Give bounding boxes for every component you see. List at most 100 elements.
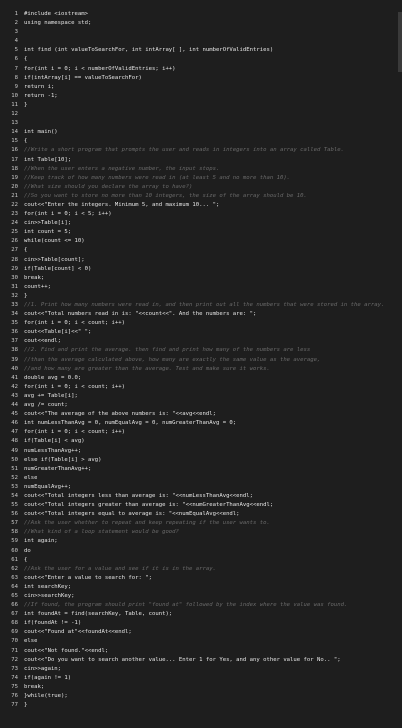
code-line[interactable]: 53 numEqualAvg++; — [0, 483, 402, 492]
code-line[interactable]: 38 //2. Find and print the average. then … — [0, 346, 402, 355]
code-line[interactable]: 66 //If found, the program should print "… — [0, 601, 402, 610]
code-line[interactable]: 63 cout<<"Enter a value to search for: "; — [0, 574, 402, 583]
code-line[interactable]: 42 for(int i = 0; i < count; i++) — [0, 383, 402, 392]
code-line[interactable]: 52 else — [0, 474, 402, 483]
code-line[interactable]: 4 — [0, 37, 402, 46]
code-line[interactable]: 47 for(int i = 0; i < count; i++) — [0, 428, 402, 437]
code-text: for(int i = 0; i < numberOfValidEntries;… — [24, 65, 176, 72]
code-line[interactable]: 32} — [0, 292, 402, 301]
code-line[interactable]: 33 //1. Print how many numbers were read … — [0, 301, 402, 310]
code-line[interactable]: 71 cout<<"Not found."<<endl; — [0, 647, 402, 656]
code-line[interactable]: 28 cin>>Table[count]; — [0, 256, 402, 265]
code-text: cout<<"The average of the above numbers … — [24, 411, 216, 418]
line-number: 64 — [11, 583, 18, 590]
code-line[interactable]: 49 numLessThanAvg++; — [0, 447, 402, 456]
code-text: int searchKey; — [24, 583, 72, 590]
code-line[interactable]: 8 if(intArray[i] == valueToSearchFor) — [0, 74, 402, 83]
line-number: 2 — [14, 20, 18, 27]
code-line[interactable]: 18 //When the user enters a negative numb… — [0, 165, 402, 174]
code-line[interactable]: 46 int numLessThanAvg = 0, numEqualAvg = … — [0, 419, 402, 428]
code-line[interactable]: 17 int Table[10]; — [0, 156, 402, 165]
code-text: double avg = 0.0; — [24, 374, 82, 381]
code-line[interactable]: 43 avg += Table[i]; — [0, 392, 402, 401]
code-line[interactable]: 72 cout<<"Do you want to search another v… — [0, 656, 402, 665]
code-line[interactable]: 27 { — [0, 246, 402, 255]
code-line[interactable]: 25 int count = 5; — [0, 228, 402, 237]
code-line[interactable]: 76}while(true); — [0, 692, 402, 701]
code-line[interactable]: 50 else if(Table[i] > avg) — [0, 456, 402, 465]
code-text: break; — [24, 683, 45, 690]
code-line[interactable]: 70 else — [0, 637, 402, 646]
line-number: 39 — [11, 356, 18, 363]
code-line[interactable]: 65 cin>>searchKey; — [0, 592, 402, 601]
code-line[interactable]: 77} — [0, 701, 402, 710]
code-line[interactable]: 1 #include <iostream> — [0, 10, 402, 19]
code-line[interactable]: 55 cout<<"Total integers greater than ave… — [0, 501, 402, 510]
code-line[interactable]: 67 int foundAt = find(searchKey, Table, c… — [0, 610, 402, 619]
line-number: 10 — [11, 92, 18, 99]
code-line[interactable]: 45 cout<<"The average of the above number… — [0, 410, 402, 419]
code-line[interactable]: 64 int searchKey; — [0, 583, 402, 592]
code-line[interactable]: 23 for(int i = 0; i < 5; i++) — [0, 210, 402, 219]
code-line[interactable]: 57 //Ask the user whether to repeat and k… — [0, 519, 402, 528]
line-number: 35 — [11, 320, 18, 327]
code-line[interactable]: 30 break; — [0, 274, 402, 283]
code-line[interactable]: 73 cin>>again; — [0, 665, 402, 674]
code-line[interactable]: 3 — [0, 28, 402, 37]
code-line[interactable]: 24 cin>>Table[i]; — [0, 219, 402, 228]
line-number: 42 — [11, 383, 18, 390]
code-line[interactable]: 9 return i; — [0, 83, 402, 92]
code-line[interactable]: 58 //What kind of a loop statement would … — [0, 528, 402, 537]
code-line[interactable]: 20 //What size should you declare the arr… — [0, 183, 402, 192]
code-line[interactable]: 10 return -1; — [0, 92, 402, 101]
code-line[interactable]: 34 cout<<"Total numbers read in is: "<<co… — [0, 310, 402, 319]
code-line[interactable]: 61 { — [0, 556, 402, 565]
code-line[interactable]: 74 if(again != 1) — [0, 674, 402, 683]
code-line[interactable]: 19 //Keep track of how many numbers were … — [0, 174, 402, 183]
code-line[interactable]: 2 using namespace std; — [0, 19, 402, 28]
code-text: cin>>Table[i]; — [24, 220, 72, 227]
code-line[interactable]: 26 while(count <= 10) — [0, 237, 402, 246]
code-line[interactable]: 13 — [0, 119, 402, 128]
code-line[interactable]: 14 int main() — [0, 128, 402, 137]
code-line[interactable]: 29 if(Table[count] < 0) — [0, 265, 402, 274]
code-text: cin>>searchKey; — [24, 593, 75, 599]
code-line[interactable]: 35 for(int i = 0; i < count; i++) — [0, 319, 402, 328]
code-line[interactable]: 22 cout<<"Enter the integers. Minimum 5, … — [0, 201, 402, 210]
code-line[interactable]: 69 cout<<"Found at"<<foundAt<<endl; — [0, 628, 402, 637]
line-number: 1 — [14, 11, 18, 17]
code-line[interactable]: 56 cout<<"Total integers equal to average… — [0, 510, 402, 519]
code-line[interactable]: 7 for(int i = 0; i < numberOfValidEntries… — [0, 65, 402, 74]
code-line[interactable]: 41 double avg = 0.0; — [0, 374, 402, 383]
code-text: else — [24, 638, 38, 645]
code-line[interactable]: 16 //Write a short program that prompts t… — [0, 146, 402, 155]
code-line[interactable]: 15 { — [0, 137, 402, 146]
code-line[interactable]: 60 do — [0, 547, 402, 556]
code-line[interactable]: 21 //So you want to store no more than 10… — [0, 192, 402, 201]
line-number: 38 — [11, 347, 18, 354]
code-line[interactable]: 36 cout<<Table[i]<<" "; — [0, 328, 402, 337]
code-line[interactable]: 39 //than the average calculated above, h… — [0, 356, 402, 365]
code-line[interactable]: 5 int find (int valueToSearchFor, int int… — [0, 46, 402, 55]
code-line[interactable]: 44 avg /= count; — [0, 401, 402, 410]
line-number: 37 — [11, 338, 18, 345]
code-line[interactable]: 75 break; — [0, 683, 402, 692]
code-line[interactable]: 59 int again; — [0, 537, 402, 546]
code-line[interactable]: 62 //Ask the user for a value and see if … — [0, 565, 402, 574]
code-line[interactable]: 11} — [0, 101, 402, 110]
code-line[interactable]: 40 //and how many are greater than the av… — [0, 365, 402, 374]
code-editor[interactable]: 1 #include <iostream> 2 using namespace std… — [0, 0, 402, 728]
code-line[interactable]: 68 if(foundAt != -1) — [0, 619, 402, 628]
scrollbar-thumb[interactable] — [398, 12, 402, 72]
code-line[interactable]: 37 cout<<endl; — [0, 337, 402, 346]
code-line[interactable]: 48 if(Table[i] < avg) — [0, 437, 402, 446]
code-line[interactable]: 54 cout<<"Total integers less than averag… — [0, 492, 402, 501]
code-area[interactable]: 1 #include <iostream> 2 using namespace std… — [0, 8, 402, 710]
code-line[interactable]: 31 count++; — [0, 283, 402, 292]
code-line[interactable]: 12 — [0, 110, 402, 119]
code-text: if(intArray[i] == valueToSearchFor) — [24, 74, 142, 81]
code-line[interactable]: 6{ — [0, 55, 402, 64]
code-line[interactable]: 51 numGreaterThanAvg++; — [0, 465, 402, 474]
line-number: 53 — [11, 483, 18, 490]
code-text: int numLessThanAvg = 0, numEqualAvg = 0,… — [24, 420, 237, 427]
